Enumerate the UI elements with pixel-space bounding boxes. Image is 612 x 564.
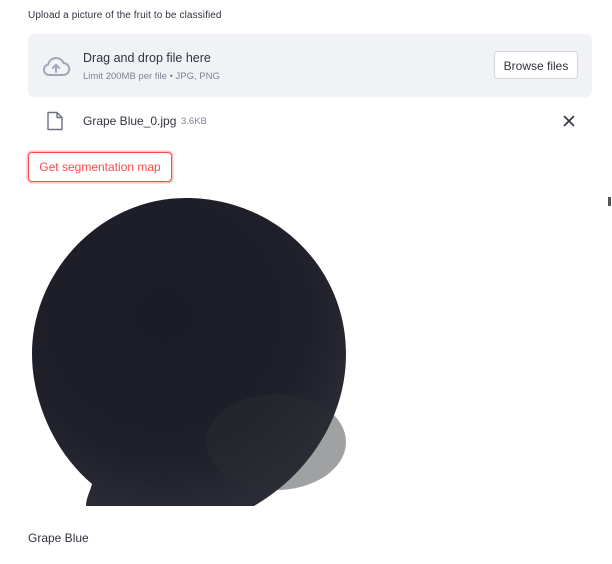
upload-label: Upload a picture of the fruit to be clas… bbox=[28, 10, 222, 21]
uploaded-file-name: Grape Blue_0.jpg bbox=[83, 114, 177, 128]
cloud-upload-icon bbox=[42, 56, 71, 76]
close-icon[interactable] bbox=[560, 112, 578, 130]
file-dropzone[interactable]: Drag and drop file here Limit 200MB per … bbox=[28, 34, 592, 97]
get-segmentation-map-button[interactable]: Get segmentation map bbox=[28, 152, 172, 182]
dropzone-title: Drag and drop file here bbox=[83, 51, 211, 65]
uploaded-file-row: Grape Blue_0.jpg 3.6KB bbox=[28, 104, 592, 138]
browse-files-button[interactable]: Browse files bbox=[494, 51, 578, 79]
file-icon bbox=[47, 111, 63, 131]
uploaded-file-size: 3.6KB bbox=[181, 116, 207, 127]
prediction-result: Grape Blue bbox=[28, 531, 89, 545]
dropzone-limits: Limit 200MB per file • JPG, PNG bbox=[83, 71, 220, 82]
fruit-image bbox=[32, 198, 346, 506]
edge-marker bbox=[608, 197, 611, 206]
